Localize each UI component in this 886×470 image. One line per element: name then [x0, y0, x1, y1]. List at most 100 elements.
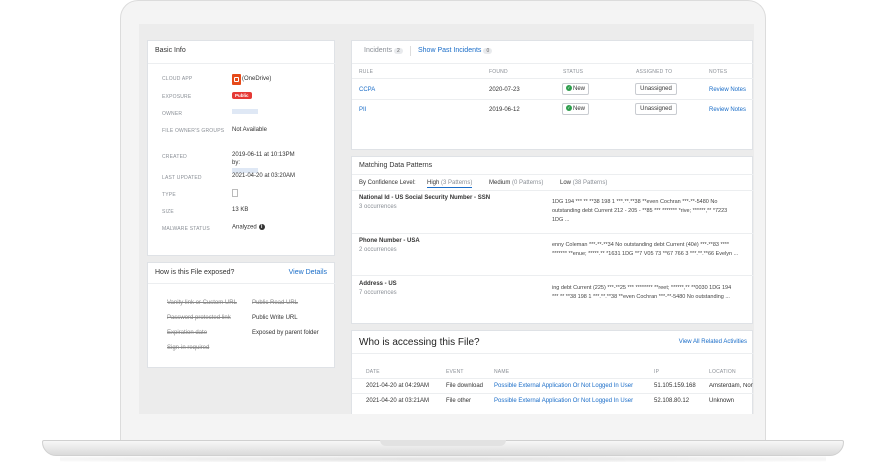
- label-exposure: EXPOSURE: [162, 94, 192, 100]
- snippet-line: 1DG ...: [552, 217, 570, 223]
- label-type: TYPE: [162, 192, 176, 198]
- rule-link[interactable]: PII: [359, 107, 366, 113]
- tab-high-count: (3 Patterns): [441, 180, 473, 186]
- access-event: File other: [446, 398, 472, 404]
- patterns-title: Matching Data Patterns: [359, 162, 433, 169]
- status-text: New: [572, 86, 585, 92]
- snippet-line: ing debt Current (225) ***-**25 *** ****…: [552, 285, 732, 291]
- confidence-label: By Confidence Level:: [359, 180, 416, 186]
- access-event: File download: [446, 383, 484, 389]
- label-groups: FILE OWNER'S GROUPS: [162, 128, 225, 134]
- pattern-name: Phone Number - USA: [359, 238, 420, 244]
- exposure-card: How is this File exposed? View Details V…: [147, 262, 336, 368]
- col-assigned: ASSIGNED TO: [636, 69, 673, 75]
- laptop-shadow: [60, 456, 826, 462]
- review-notes-link[interactable]: Review Notes: [709, 107, 746, 113]
- view-all-activities-link[interactable]: View All Related Activities: [679, 339, 747, 345]
- snippet-line: enny Coleman ***-**-**34 No outstanding …: [552, 242, 730, 248]
- col-found: FOUND: [489, 69, 508, 75]
- basic-info-card: Basic Info CLOUD APP (OneDrive) EXPOSURE…: [147, 40, 336, 256]
- access-ip: 51.105.159.168: [654, 383, 696, 389]
- incidents-card: Incidents 2 Show Past Incidents 0 RULE FOU…: [351, 40, 754, 150]
- pattern-snippet: ing debt Current (225) ***-**25 *** ****…: [552, 284, 752, 302]
- status-button[interactable]: ✓ New: [562, 103, 589, 115]
- malware-status-text: Analyzed: [232, 224, 257, 231]
- owner-redacted: [232, 109, 258, 114]
- pattern-name: National Id - US Social Security Number …: [359, 195, 491, 201]
- status-text: New: [572, 106, 585, 112]
- review-notes-link[interactable]: Review Notes: [709, 87, 746, 93]
- pattern-snippet: enny Coleman ***-**-**34 No outstanding …: [552, 241, 752, 259]
- basic-info-title: Basic Info: [155, 47, 186, 54]
- col-event: EVENT: [446, 369, 464, 375]
- exposure-item: Exposed by parent folder: [252, 330, 319, 336]
- exposure-item: Public Read URL: [252, 300, 299, 306]
- rule-link[interactable]: CCPA: [359, 87, 375, 93]
- tab-low[interactable]: Low (38 Patterns): [560, 180, 607, 186]
- value-created: 2019-06-11 at 10:13PM: [232, 152, 295, 158]
- exposure-item: Expiration date: [167, 330, 208, 336]
- pattern-snippet: 1DG 194 *** ** **38 198 1 ***.**.**38 **…: [552, 198, 752, 225]
- snippet-line: 1DG 194 *** ** **38 198 1 ***.**.**38 **…: [552, 199, 718, 205]
- pattern-name: Address - US: [359, 281, 397, 287]
- assigned-button[interactable]: Unassigned: [635, 83, 677, 95]
- snippet-line: outstanding debt Current 212 - 205 - **8…: [552, 208, 728, 214]
- assigned-button[interactable]: Unassigned: [635, 103, 677, 115]
- pattern-occurrences: 7 occurrences: [359, 290, 397, 296]
- col-ip: IP: [654, 369, 660, 375]
- access-ip: 52.108.80.12: [654, 398, 690, 404]
- access-date: 2021-04-20 at 04:29AM: [366, 383, 430, 389]
- access-name-link[interactable]: Possible External Application Or Not Log…: [494, 398, 633, 404]
- value-created-by: by:: [232, 160, 241, 166]
- type-icon: [232, 189, 238, 197]
- tab-incidents[interactable]: Incidents 2: [364, 47, 403, 54]
- access-name-link[interactable]: Possible External Application Or Not Log…: [494, 383, 633, 389]
- label-owner: OWNER: [162, 111, 183, 117]
- col-rule: RULE: [359, 69, 374, 75]
- exposure-item: Password protected link: [167, 315, 231, 321]
- access-location: Unknown: [709, 398, 735, 404]
- access-title: Who is accessing this File?: [359, 337, 480, 348]
- pattern-occurrences: 3 occurrences: [359, 204, 397, 210]
- tab-medium[interactable]: Medium (0 Patterns): [489, 180, 543, 186]
- incidents-count: 2: [394, 48, 403, 54]
- exposure-item: Sign-in required: [167, 345, 210, 351]
- found-date: 2020-07-23: [489, 87, 520, 93]
- col-status: STATUS: [563, 69, 584, 75]
- patterns-card: Matching Data Patterns By Confidence Lev…: [351, 156, 754, 324]
- label-created: CREATED: [162, 154, 187, 160]
- exposure-title: How is this File exposed?: [155, 269, 235, 276]
- snippet-line: *** ** **38 198 1 ***.**.**38 **even Coc…: [552, 294, 730, 300]
- office-icon: [232, 74, 241, 85]
- tab-incidents-label: Incidents: [364, 47, 393, 54]
- view-details-link[interactable]: View Details: [289, 269, 327, 276]
- col-notes: NOTES: [709, 69, 728, 75]
- col-location: LOCATION: [709, 369, 736, 375]
- label-size: SIZE: [162, 209, 174, 215]
- tab-high[interactable]: High (3 Patterns): [427, 180, 473, 188]
- pattern-occurrences: 2 occurrences: [359, 247, 397, 253]
- value-malware: Analyzed i: [232, 224, 265, 231]
- check-icon: ✓: [565, 105, 572, 112]
- check-icon: ✓: [565, 85, 572, 92]
- tab-past-label: Show Past Incidents: [418, 47, 482, 54]
- info-icon[interactable]: i: [258, 224, 265, 230]
- access-date: 2021-04-20 at 03:21AM: [366, 398, 430, 404]
- value-last-updated: 2021-04-20 at 03:20AM: [232, 173, 296, 179]
- label-last-updated: LAST UPDATED: [162, 175, 202, 181]
- col-date: DATE: [366, 369, 380, 375]
- exposure-item: Public Write URL: [252, 315, 298, 321]
- status-button[interactable]: ✓ New: [562, 83, 589, 95]
- exposure-badge: Public: [232, 92, 252, 99]
- snippet-line: ******* **enue; *****.** *1631 1DG **7 V…: [552, 251, 739, 257]
- tab-medium-label: Medium: [489, 180, 511, 186]
- access-location: Amsterdam, Nort: [709, 383, 753, 389]
- screen: Basic Info CLOUD APP (OneDrive) EXPOSURE…: [139, 24, 754, 414]
- tab-past-incidents[interactable]: Show Past Incidents 0: [418, 47, 493, 54]
- found-date: 2019-06-12: [489, 107, 520, 113]
- laptop-notch: [380, 440, 506, 446]
- tab-medium-count: (0 Patterns): [512, 180, 544, 186]
- label-malware: MALWARE STATUS: [162, 226, 210, 232]
- past-count: 0: [483, 48, 493, 54]
- tab-high-label: High: [427, 180, 440, 186]
